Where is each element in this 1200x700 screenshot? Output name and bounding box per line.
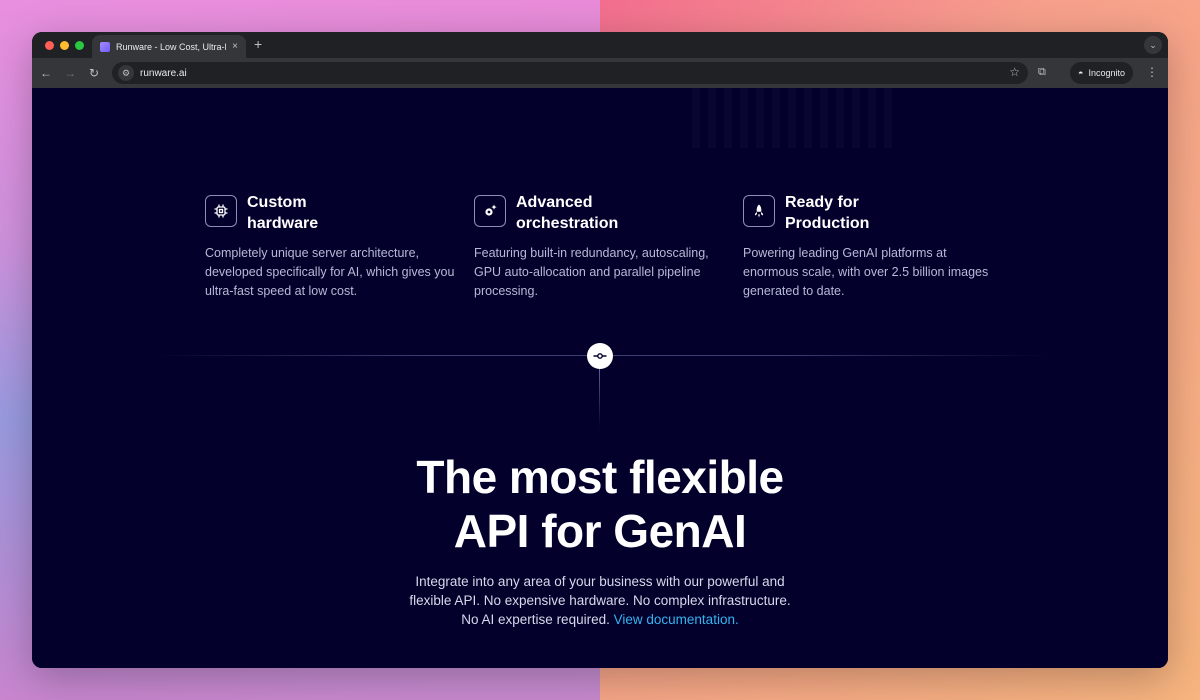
feature-title: Custom hardware (247, 194, 319, 232)
browser-window: Runware - Low Cost, Ultra-Fa × + ⌄ ← → ↻… (32, 32, 1168, 668)
incognito-icon: ◓ (1078, 68, 1084, 78)
view-documentation-link[interactable]: View documentation. (614, 612, 739, 627)
feature-description: Completely unique server architecture, d… (205, 246, 455, 298)
headline-subtext: Integrate into any area of your business… (32, 572, 1168, 629)
feature-header: Custom hardware (205, 192, 474, 234)
browser-toolbar: ← → ↻ ⚙ runware.ai ☆ ⧉ ◓ Incognito ⋮ (32, 58, 1168, 88)
incognito-button[interactable]: ◓ Incognito (1070, 62, 1133, 84)
headline-line-2: API for GenAI (453, 505, 747, 557)
feature-title: Ready for Production (785, 194, 870, 232)
subtext-line-3-text: No AI expertise required. (461, 612, 610, 627)
feature-header: Ready for Production (743, 192, 1012, 234)
tab-bar: Runware - Low Cost, Ultra-Fa × + ⌄ (32, 32, 1168, 58)
page-content: Custom hardware Completely unique server… (32, 88, 1168, 668)
extensions-puzzle-icon[interactable]: ⧉ (1038, 66, 1046, 79)
tab-close-icon[interactable]: × (232, 41, 238, 52)
connector-line (599, 368, 600, 428)
back-arrow-icon[interactable]: ← (34, 66, 58, 80)
bookmark-star-icon[interactable]: ☆ (1009, 65, 1020, 79)
rocket-icon (743, 195, 775, 227)
feature-ready-for-production: Ready for Production Powering leading Ge… (743, 192, 1012, 301)
page-headline: The most flexible API for GenAI (32, 450, 1168, 558)
browser-tab[interactable]: Runware - Low Cost, Ultra-Fa × (92, 35, 246, 58)
commit-node-icon (587, 343, 613, 369)
address-bar[interactable]: ⚙ runware.ai ☆ (112, 62, 1028, 84)
window-controls (45, 41, 84, 50)
chip-icon (205, 195, 237, 227)
feature-description: Powering leading GenAI platforms at enor… (743, 246, 989, 298)
forward-arrow-icon[interactable]: → (58, 66, 82, 80)
features-row: Custom hardware Completely unique server… (205, 192, 1025, 301)
new-tab-button[interactable]: + (254, 36, 262, 52)
subtext-line-1: Integrate into any area of your business… (415, 574, 785, 589)
browser-menu-icon[interactable]: ⋮ (1146, 65, 1158, 79)
close-window-button[interactable] (45, 41, 54, 50)
minimize-window-button[interactable] (60, 41, 69, 50)
feature-custom-hardware: Custom hardware Completely unique server… (205, 192, 474, 301)
tab-search-chevron-icon[interactable]: ⌄ (1144, 36, 1162, 54)
feature-advanced-orchestration: Advanced orchestration Featuring built-i… (474, 192, 743, 301)
headline-line-1: The most flexible (416, 451, 784, 503)
runware-favicon-icon (100, 41, 110, 52)
gear-sparkle-icon (474, 195, 506, 227)
reload-icon[interactable]: ↻ (82, 66, 106, 80)
feature-header: Advanced orchestration (474, 192, 743, 234)
tab-title: Runware - Low Cost, Ultra-Fa (116, 41, 227, 52)
site-settings-icon[interactable]: ⚙ (118, 65, 134, 81)
decorative-background-pattern (692, 88, 892, 148)
subtext-line-2: flexible API. No expensive hardware. No … (409, 593, 791, 608)
feature-description: Featuring built-in redundancy, autoscali… (474, 246, 709, 298)
incognito-label: Incognito (1088, 68, 1125, 78)
feature-title: Advanced orchestration (516, 194, 619, 232)
maximize-window-button[interactable] (75, 41, 84, 50)
subtext-line-3: No AI expertise required. View documenta… (32, 610, 1168, 629)
url-text[interactable]: runware.ai (140, 68, 187, 79)
